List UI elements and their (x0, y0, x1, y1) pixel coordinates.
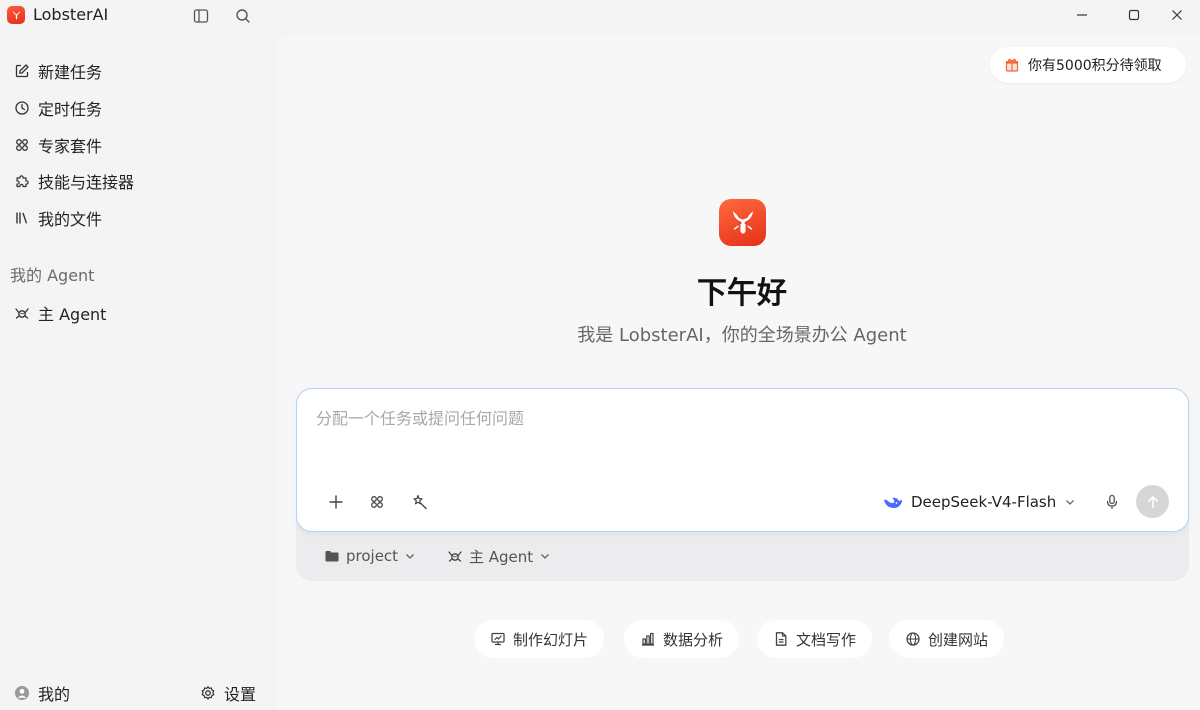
document-icon (773, 631, 789, 647)
composer-container: DeepSeek-V4-Flash project (296, 388, 1189, 581)
voice-input-button[interactable] (1099, 489, 1125, 515)
task-input[interactable] (316, 405, 1156, 445)
quick-action-create-website[interactable]: 创建网站 (889, 620, 1005, 658)
main-panel: 你有5000积分待领取 下午好 我是 LobsterAI，你的全场景办公 Age… (277, 36, 1200, 710)
puzzle-icon (14, 173, 30, 189)
agent-label: 主 Agent (469, 547, 534, 566)
edit-icon (14, 63, 30, 79)
magic-wand-button[interactable] (407, 489, 433, 515)
sidebar-item-label: 主 Agent (38, 305, 107, 324)
grid-icon (14, 137, 30, 153)
agent-icon (447, 548, 463, 564)
app-name: LobsterAI (33, 5, 109, 24)
sidebar-item-my-files[interactable]: 我的文件 (6, 202, 270, 234)
settings-button[interactable]: 设置 (200, 681, 256, 705)
arrow-up-icon (1145, 494, 1161, 510)
sidebar-toggle-button[interactable] (190, 5, 212, 27)
lobster-logo-icon (7, 6, 25, 24)
greeting-title: 下午好 (697, 276, 787, 311)
agent-icon (14, 305, 30, 321)
bar-chart-icon (640, 631, 656, 647)
sidebar-toggle-icon (193, 8, 209, 24)
model-selector[interactable]: DeepSeek-V4-Flash (883, 489, 1076, 515)
close-icon (1169, 7, 1185, 23)
quick-action-label: 制作幻灯片 (513, 630, 589, 649)
sidebar-item-expert-suite[interactable]: 专家套件 (6, 129, 270, 161)
gear-icon (200, 685, 216, 701)
quick-action-data-analysis[interactable]: 数据分析 (624, 620, 740, 658)
agent-selector[interactable]: 主 Agent (447, 544, 551, 568)
deepseek-whale-icon (883, 493, 903, 511)
sidebar-item-label: 我的文件 (38, 210, 103, 229)
points-reward-button[interactable]: 你有5000积分待领取 (990, 47, 1186, 83)
sidebar-item-new-task[interactable]: 新建任务 (6, 55, 270, 87)
sidebar-item-main-agent[interactable]: 主 Agent (6, 297, 270, 329)
quick-action-label: 数据分析 (663, 630, 724, 649)
sidebar-item-scheduled-tasks[interactable]: 定时任务 (6, 92, 270, 124)
sidebar-item-label: 技能与连接器 (38, 173, 135, 192)
project-label: project (346, 547, 399, 565)
title-bar: LobsterAI (0, 0, 1200, 34)
clock-icon (14, 100, 30, 116)
minimize-button[interactable] (1059, 0, 1105, 30)
sidebar-item-label: 新建任务 (38, 63, 103, 82)
quick-action-label: 创建网站 (928, 630, 989, 649)
profile-label: 我的 (38, 685, 71, 704)
quick-action-label: 文档写作 (796, 630, 857, 649)
add-attachment-button[interactable] (323, 489, 349, 515)
quick-action-doc-writing[interactable]: 文档写作 (757, 620, 873, 658)
minimize-icon (1074, 7, 1090, 23)
microphone-icon (1104, 494, 1120, 510)
maximize-button[interactable] (1111, 0, 1157, 30)
close-button[interactable] (1154, 0, 1200, 30)
sidebar-item-skills-connectors[interactable]: 技能与连接器 (6, 165, 270, 197)
folder-icon (324, 548, 340, 564)
composer-box: DeepSeek-V4-Flash (296, 388, 1189, 532)
search-button[interactable] (232, 5, 254, 27)
sidebar: 新建任务 定时任务 专家套件 技能与连接器 我的文件 我的 Agent 主 Ag… (0, 34, 276, 710)
library-icon (14, 210, 30, 226)
user-avatar-icon (14, 685, 30, 701)
points-badge-label: 你有5000积分待领取 (1028, 58, 1162, 74)
settings-label: 设置 (224, 685, 257, 704)
chevron-down-icon (404, 550, 416, 562)
section-label-my-agent: 我的 Agent (10, 266, 95, 285)
maximize-icon (1126, 7, 1142, 23)
magic-wand-icon (412, 494, 428, 510)
greeting-subtitle: 我是 LobsterAI，你的全场景办公 Agent (577, 325, 907, 346)
gift-icon (1004, 57, 1020, 73)
plus-icon (328, 494, 344, 510)
profile-button[interactable]: 我的 (14, 681, 70, 705)
search-icon (235, 8, 251, 24)
quick-action-slides[interactable]: 制作幻灯片 (474, 620, 605, 658)
grid-icon (369, 494, 385, 510)
presentation-icon (490, 631, 506, 647)
project-selector[interactable]: project (324, 544, 416, 568)
expert-suite-button[interactable] (364, 489, 390, 515)
sidebar-item-label: 定时任务 (38, 100, 103, 119)
send-button[interactable] (1136, 485, 1169, 518)
chevron-down-icon (1064, 496, 1076, 508)
chevron-down-icon (539, 550, 551, 562)
model-name: DeepSeek-V4-Flash (911, 493, 1057, 511)
sidebar-item-label: 专家套件 (38, 137, 103, 156)
globe-icon (905, 631, 921, 647)
lobster-logo-icon (719, 199, 766, 246)
